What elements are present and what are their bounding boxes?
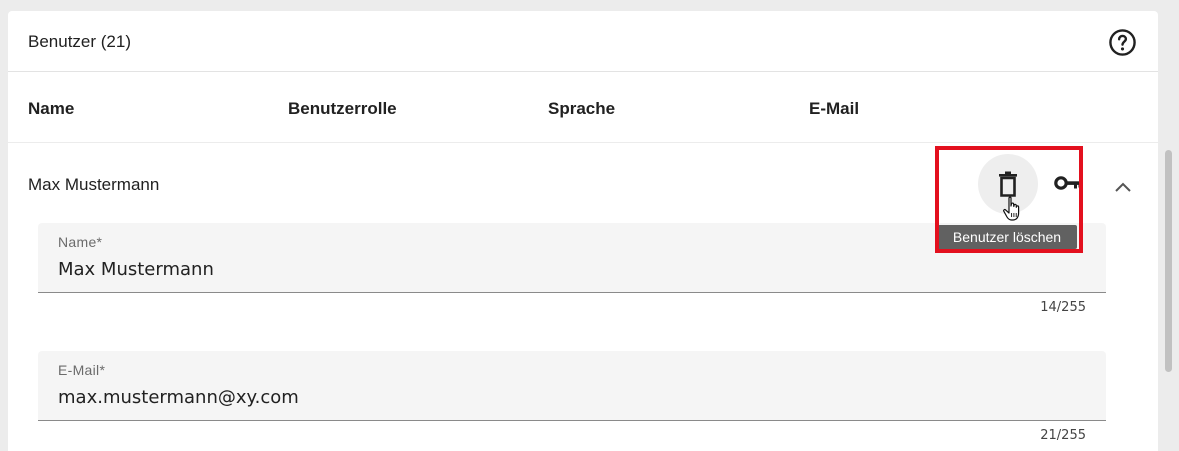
email-field[interactable]: E-Mail* (38, 351, 1106, 421)
scrollbar-thumb[interactable] (1165, 150, 1172, 372)
column-header-language[interactable]: Sprache (548, 99, 615, 119)
chevron-up-icon[interactable] (1114, 181, 1132, 193)
column-header-name[interactable]: Name (28, 99, 74, 119)
email-char-counter: 21/255 (1040, 428, 1086, 443)
key-icon[interactable] (1054, 173, 1082, 193)
hand-cursor-icon (1003, 196, 1020, 221)
page-title: Benutzer (21) (28, 32, 131, 51)
column-header-role[interactable]: Benutzerrolle (288, 99, 397, 119)
name-char-counter: 14/255 (1040, 300, 1086, 315)
name-input[interactable] (58, 257, 1078, 281)
email-input[interactable] (58, 385, 1078, 409)
trash-icon (999, 171, 1017, 197)
table-row[interactable]: Max Mustermann (8, 144, 1158, 222)
delete-tooltip: Benutzer löschen (937, 225, 1077, 249)
user-name-cell: Max Mustermann (28, 175, 160, 194)
email-field-label: E-Mail* (58, 362, 106, 378)
card-header: Benutzer (21) (8, 11, 1158, 72)
name-field-label: Name* (58, 234, 103, 250)
help-icon[interactable] (1108, 28, 1137, 57)
table-header: Name Benutzerrolle Sprache E-Mail (8, 73, 1158, 143)
column-header-email[interactable]: E-Mail (809, 99, 859, 119)
